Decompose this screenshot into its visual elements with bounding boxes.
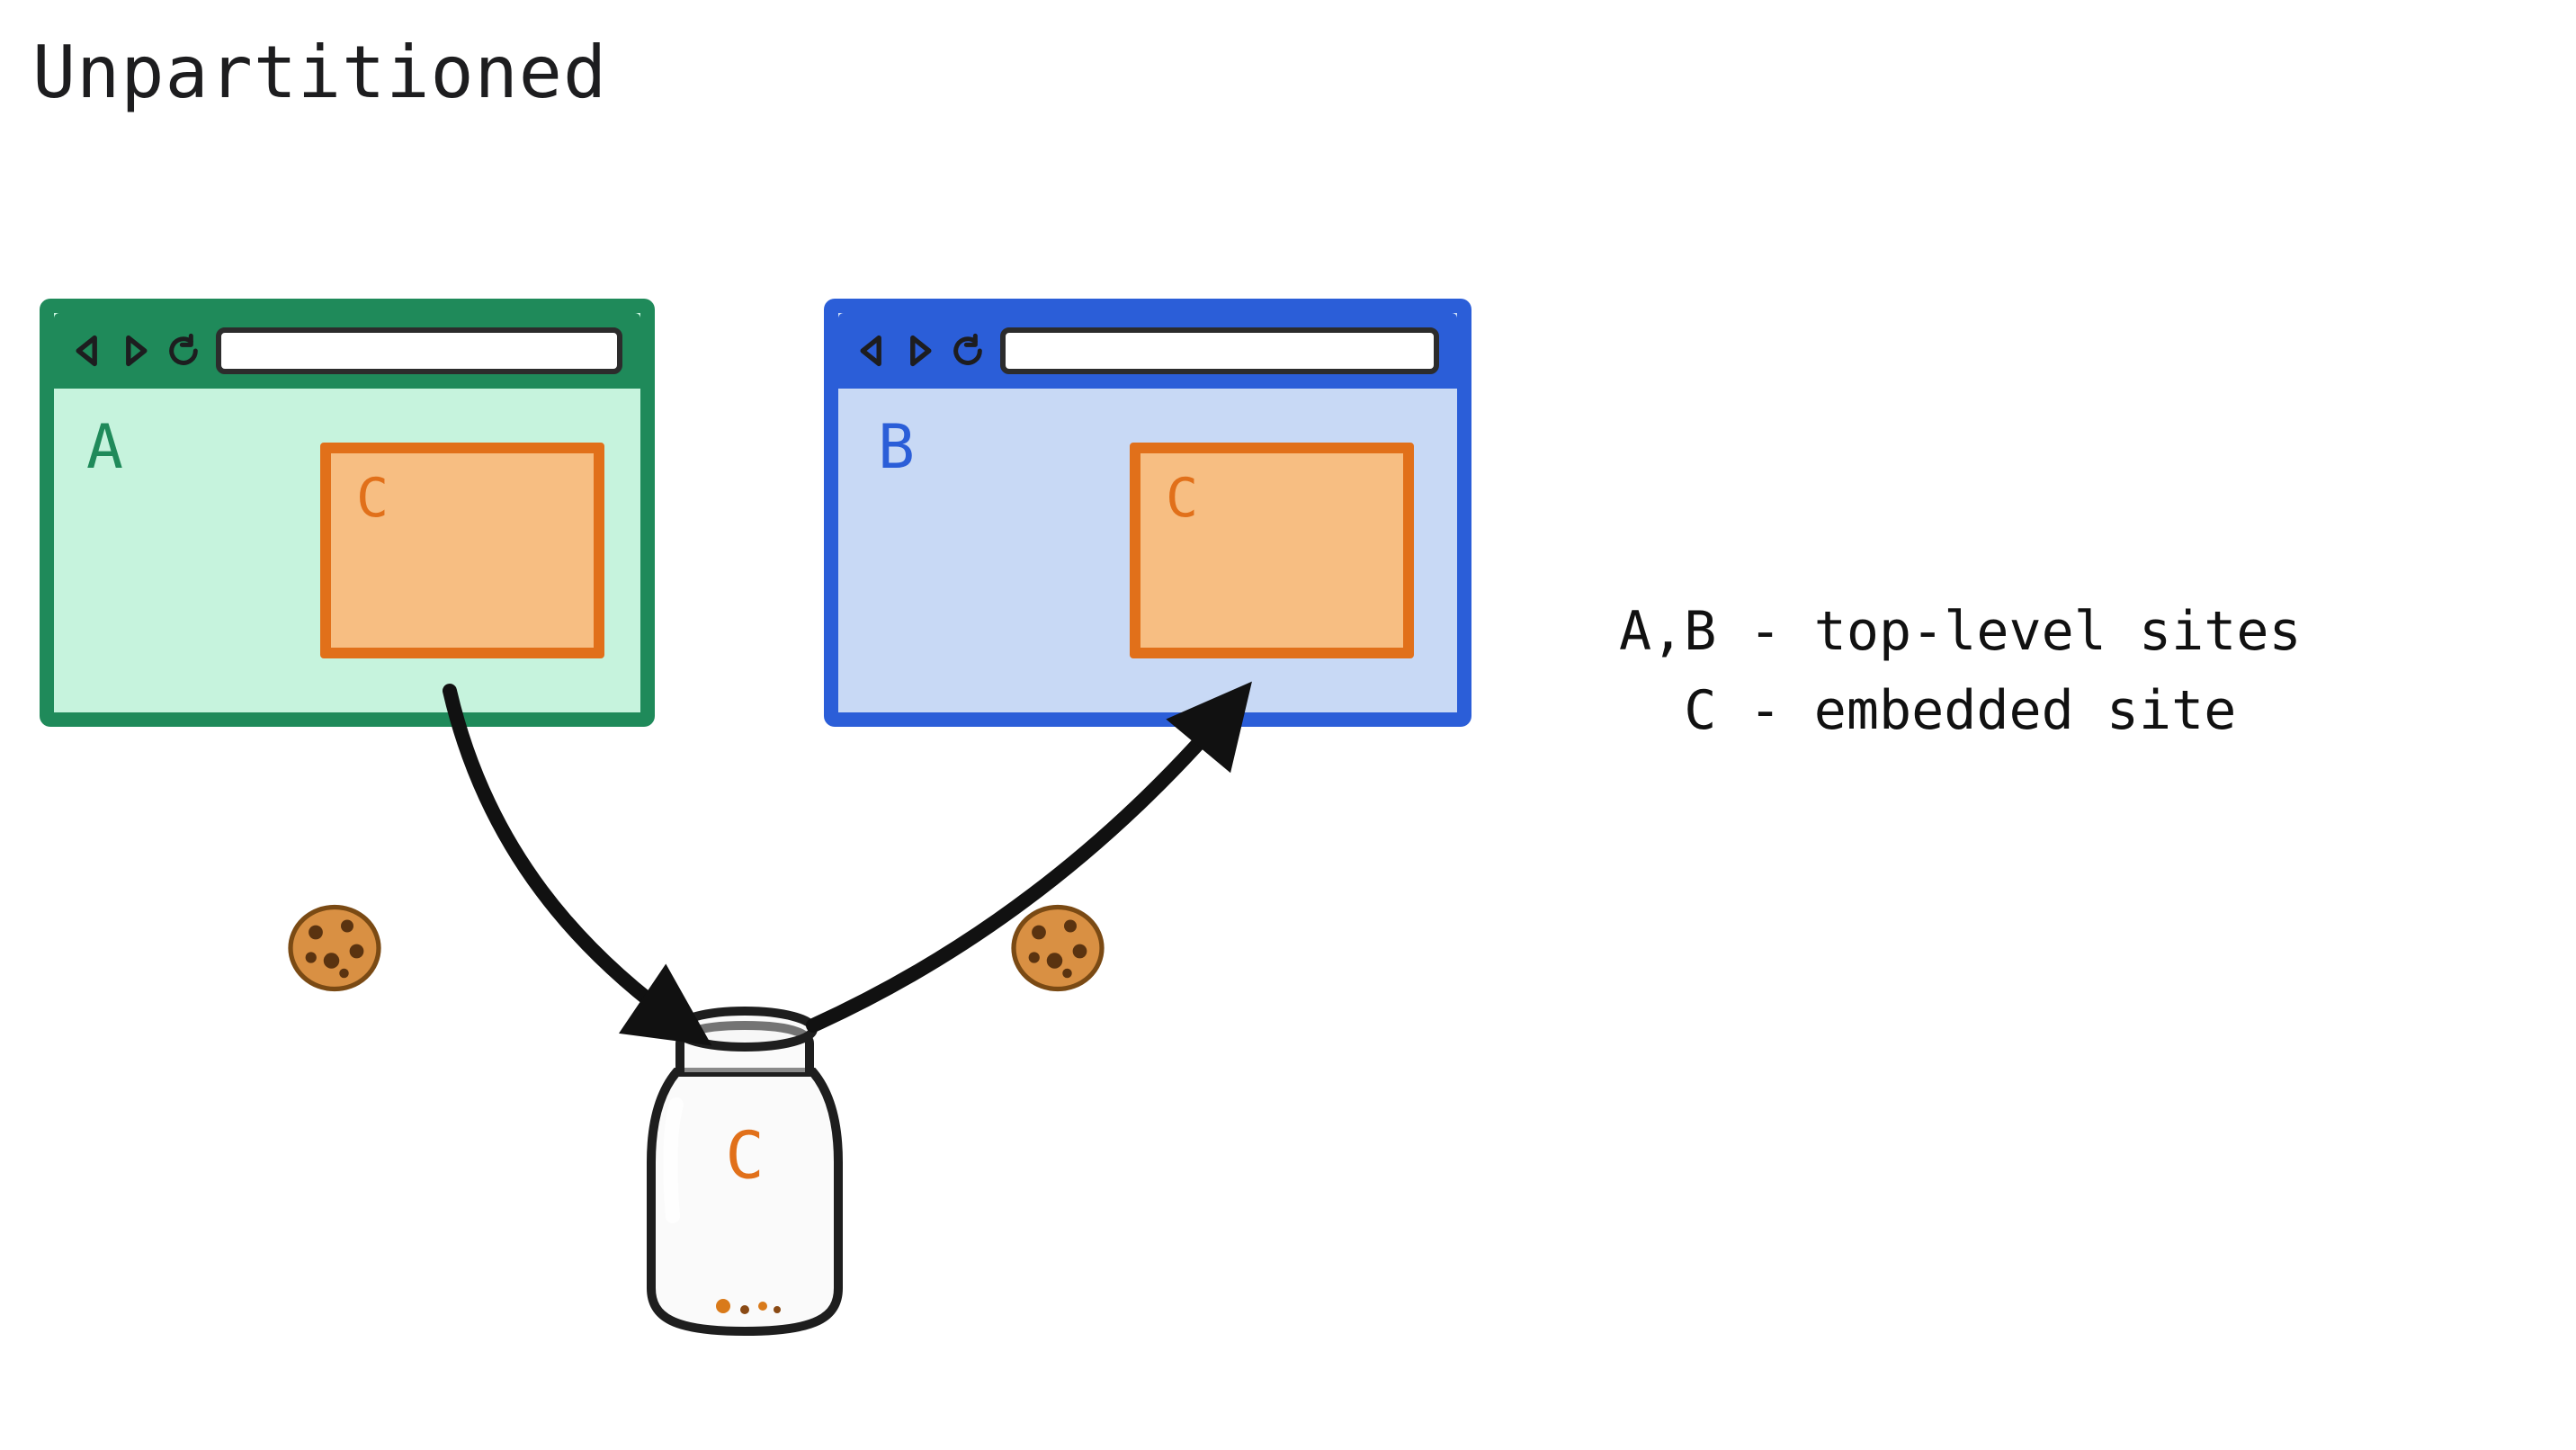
cookie-jar-icon: C — [626, 1000, 863, 1338]
browser-window-a: A C — [40, 299, 655, 727]
nav-forward-icon — [119, 335, 151, 367]
iframe-c-in-b-label: C — [1166, 468, 1198, 531]
nav-reload-icon — [165, 333, 201, 369]
address-bar-b — [1000, 327, 1439, 374]
cookie-icon — [1007, 898, 1108, 998]
browser-chrome-a — [54, 313, 640, 389]
nav-back-icon — [856, 335, 889, 367]
iframe-c-in-a: C — [320, 443, 604, 658]
legend-text: A,B - top-level sites C - embedded site — [1619, 594, 2302, 750]
cookie-icon — [284, 898, 385, 998]
arrow-a-to-jar — [450, 691, 698, 1036]
diagram-title: Unpartitioned — [32, 32, 607, 115]
site-a-label: A — [86, 417, 123, 479]
iframe-c-in-a-label: C — [356, 468, 389, 531]
jar-label: C — [725, 1121, 764, 1195]
site-b-label: B — [878, 417, 915, 479]
browser-chrome-b — [838, 313, 1457, 389]
address-bar-a — [216, 327, 622, 374]
nav-back-icon — [72, 335, 104, 367]
nav-forward-icon — [903, 335, 935, 367]
iframe-c-in-b: C — [1130, 443, 1414, 658]
browser-window-b: B C — [824, 299, 1471, 727]
nav-reload-icon — [950, 333, 986, 369]
